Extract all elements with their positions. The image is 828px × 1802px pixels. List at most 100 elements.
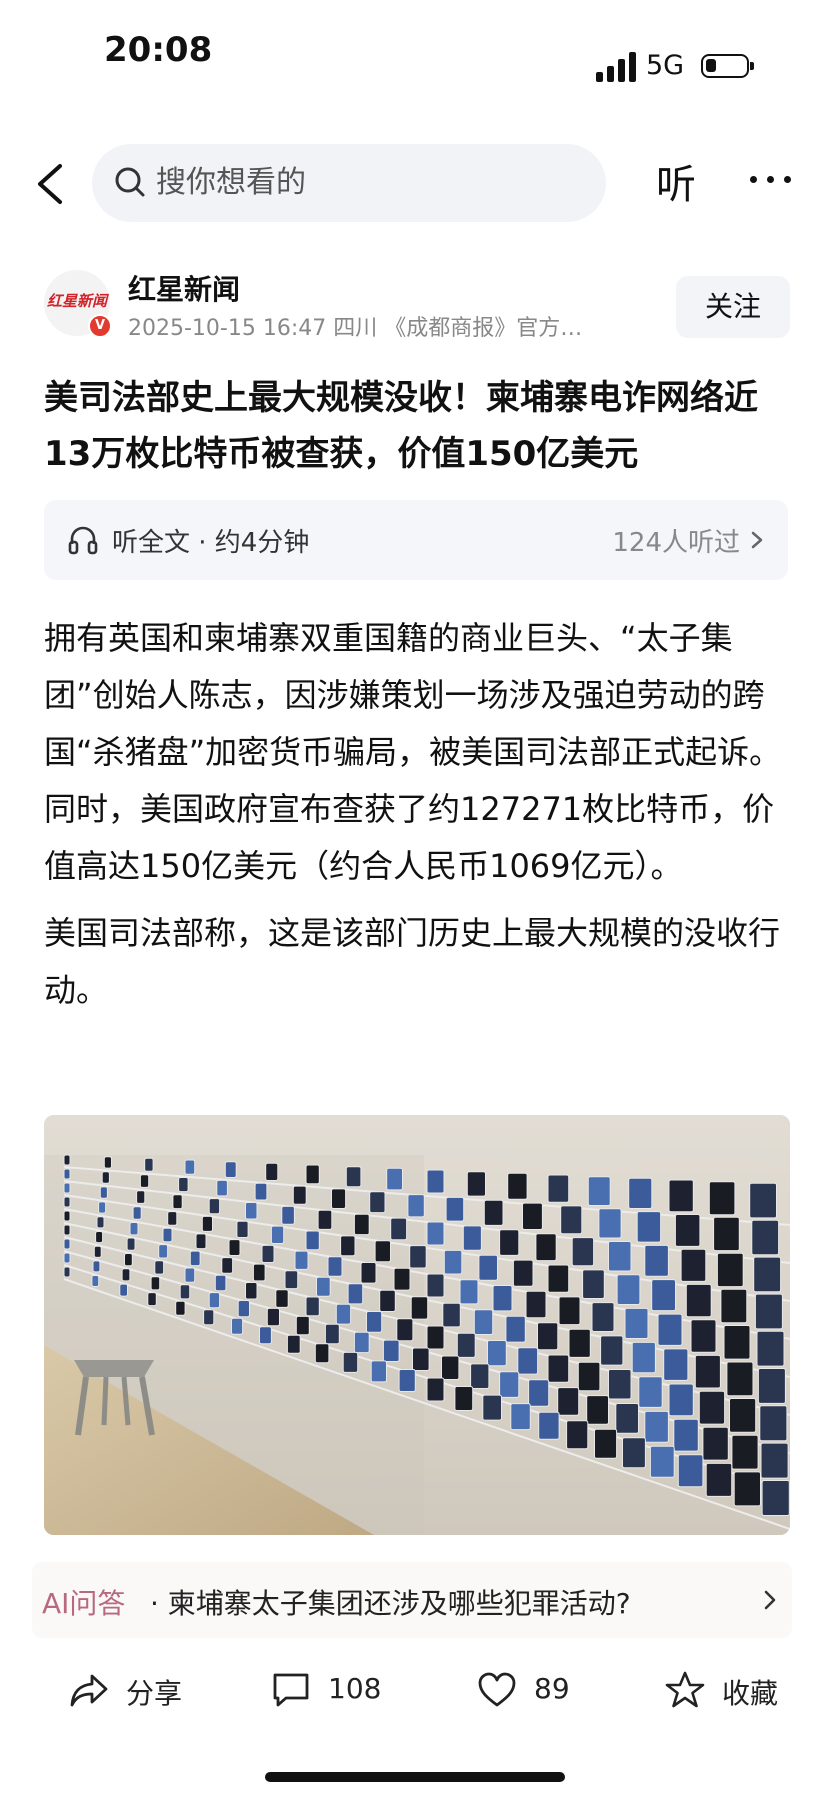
chevron-right-icon	[764, 1590, 776, 1610]
favorite-label: 收藏	[722, 1677, 779, 1710]
share-button[interactable]: 分享	[68, 1664, 188, 1716]
network-type: 5G	[646, 50, 685, 81]
phone-on-rack	[547, 1354, 570, 1383]
back-button[interactable]	[30, 160, 74, 208]
phone-on-rack	[517, 1347, 539, 1375]
article-paragraph: 美国司法部称，这是该部门历史上最大规模的没收行动。	[44, 914, 781, 1009]
phone-on-rack	[340, 1235, 356, 1257]
search-box[interactable]	[92, 144, 606, 222]
phone-on-rack	[698, 1390, 726, 1425]
phone-on-rack	[759, 1405, 788, 1442]
phone-on-rack	[571, 1237, 595, 1267]
phone-on-rack	[716, 1252, 744, 1288]
phone-on-rack	[139, 1174, 150, 1188]
article-image[interactable]	[44, 1115, 790, 1535]
phone-on-rack	[184, 1159, 196, 1175]
phone-on-rack	[275, 1289, 289, 1308]
phone-on-rack	[92, 1260, 101, 1273]
phone-on-rack	[324, 1323, 340, 1345]
heart-icon	[478, 1672, 516, 1707]
phone-on-rack	[407, 1194, 425, 1218]
phone-on-rack	[760, 1442, 789, 1479]
phone-on-rack	[195, 1233, 207, 1250]
phone-on-rack	[761, 1480, 790, 1516]
status-bar: 20:08 5G	[0, 0, 828, 110]
phone-on-rack	[379, 1289, 396, 1312]
phone-racks-photo	[44, 1115, 790, 1535]
phone-on-rack	[390, 1217, 408, 1241]
phone-on-rack	[347, 1283, 364, 1305]
phone-on-rack	[409, 1245, 427, 1269]
phone-on-rack	[753, 1256, 782, 1293]
phone-on-rack	[327, 1256, 343, 1277]
phone-on-rack	[622, 1437, 646, 1469]
listen-full-article-bar[interactable]: 听全文 · 约4分钟 124人听过	[44, 500, 788, 580]
author-row: 红星新闻 V 红星新闻 2025-10-15 16:47 四川 《成都商报》官方…	[0, 268, 828, 348]
phone-on-rack	[265, 1162, 279, 1181]
phone-on-rack	[705, 1462, 733, 1497]
star-icon	[665, 1671, 705, 1708]
search-input[interactable]	[156, 162, 576, 202]
phone-on-rack	[63, 1182, 71, 1194]
phone-on-rack	[512, 1259, 534, 1287]
chevron-left-icon	[38, 164, 62, 204]
phone-on-rack	[147, 1292, 157, 1307]
phone-on-rack	[158, 1244, 169, 1259]
phone-on-rack	[178, 1177, 189, 1193]
phone-on-rack	[749, 1182, 778, 1219]
phone-on-rack	[462, 1225, 482, 1251]
share-icon	[70, 1674, 108, 1707]
phone-on-rack	[756, 1330, 785, 1367]
phone-on-rack	[252, 1263, 266, 1282]
phone-on-rack	[150, 1276, 161, 1291]
phone-on-rack	[305, 1296, 320, 1317]
phone-on-rack	[628, 1177, 653, 1209]
phone-on-rack	[132, 1206, 142, 1220]
phone-on-rack	[685, 1283, 712, 1318]
phone-on-rack	[636, 1211, 662, 1243]
more-options-button[interactable]	[746, 154, 796, 204]
phone-on-rack	[702, 1426, 729, 1461]
phone-on-rack	[410, 1296, 429, 1320]
phone-on-rack	[558, 1296, 581, 1326]
phone-on-rack	[228, 1239, 241, 1256]
phone-on-rack	[366, 1311, 383, 1333]
listen-button[interactable]: 听	[656, 152, 696, 210]
phone-on-rack	[201, 1215, 214, 1232]
phone-on-rack	[731, 1434, 759, 1470]
share-label: 分享	[126, 1677, 183, 1710]
avatar[interactable]: 红星新闻 V	[44, 270, 112, 338]
ai-qa-label: AI问答	[42, 1587, 126, 1620]
comment-button[interactable]: 108	[270, 1664, 390, 1716]
phone-on-rack	[124, 1253, 133, 1267]
phone-on-rack	[96, 1216, 105, 1229]
favorite-button[interactable]: 收藏	[664, 1664, 784, 1716]
ai-qa-suggestion[interactable]: AI问答 · 柬埔寨太子集团还涉及哪些犯罪活动?	[32, 1562, 792, 1638]
phone-on-rack	[538, 1411, 560, 1440]
phone-on-rack	[473, 1309, 494, 1336]
phone-on-rack	[535, 1233, 557, 1262]
phone-on-rack	[374, 1240, 392, 1263]
follow-button[interactable]: 关注	[676, 276, 790, 338]
like-button[interactable]: 89	[476, 1664, 586, 1716]
phone-on-rack	[353, 1213, 370, 1236]
phone-on-rack	[615, 1403, 639, 1434]
phone-on-rack	[136, 1190, 146, 1204]
home-indicator	[265, 1772, 565, 1782]
author-name[interactable]: 红星新闻	[128, 268, 240, 308]
phone-on-rack	[751, 1219, 780, 1256]
phone-on-rack	[99, 1186, 108, 1199]
phone-on-rack	[270, 1225, 285, 1244]
phone-on-rack	[445, 1196, 465, 1222]
phone-on-rack	[442, 1302, 461, 1328]
avatar-logo: 红星新闻	[47, 292, 108, 310]
phone-on-rack	[426, 1221, 445, 1246]
listen-count: 124人听过	[612, 528, 740, 558]
author-meta: 2025-10-15 16:47 四川 《成都商报》官方…	[128, 316, 583, 341]
phone-on-rack	[63, 1224, 71, 1236]
phone-on-rack	[382, 1339, 400, 1363]
article-body: 拥有英国和柬埔寨双重国籍的商业巨头、“太子集团”创始人陈志，因涉嫌策划一场涉及强…	[44, 610, 790, 1029]
phone-on-rack	[482, 1394, 502, 1421]
phone-on-rack	[644, 1410, 669, 1443]
phone-on-rack	[93, 1245, 102, 1258]
